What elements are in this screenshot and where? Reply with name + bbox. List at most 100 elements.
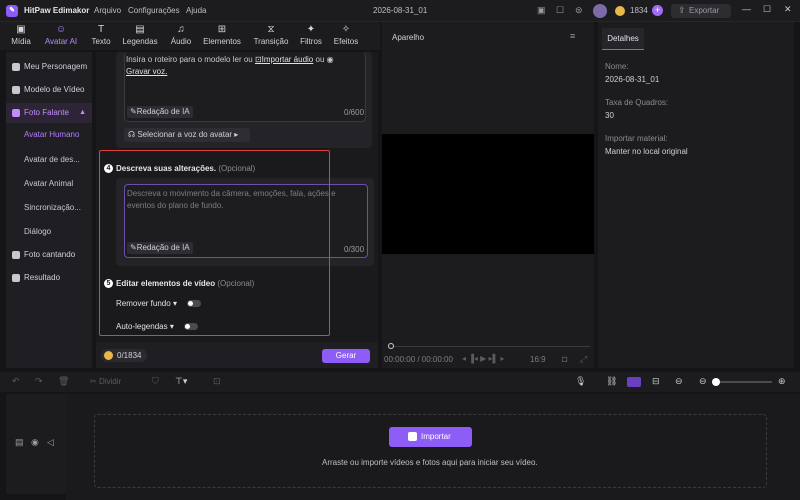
changes-char-count: 0/300: [344, 245, 365, 254]
redo-icon[interactable]: ↷: [35, 376, 43, 387]
eye-icon[interactable]: ◉: [31, 437, 39, 448]
split-view-icon[interactable]: ⊟: [652, 376, 660, 387]
scissors-icon: ✂: [90, 377, 99, 386]
menu-configuracoes[interactable]: Configurações: [128, 6, 180, 15]
app-title: HitPaw Edimakor: [24, 6, 90, 15]
shield-icon[interactable]: ⛉: [152, 376, 159, 387]
speaker-icon[interactable]: ◁: [47, 437, 54, 448]
sidebar-sub-avatar-humano[interactable]: Avatar Humano: [24, 130, 79, 139]
scrub-bar[interactable]: [394, 346, 590, 347]
fullscreen-icon[interactable]: ⤢: [580, 354, 587, 365]
sidebar-sub-avatar-desenho[interactable]: Avatar de des...: [24, 155, 80, 164]
menu-icon[interactable]: ≡: [570, 31, 575, 41]
split-button[interactable]: ✂ Dividir: [90, 377, 121, 386]
tab-elementos[interactable]: ⊞ Elementos: [201, 22, 243, 50]
sidebar-item-label: Resultado: [24, 273, 61, 282]
feedback-icon[interactable]: ☐: [556, 5, 564, 16]
import-label: Importar: [421, 432, 451, 441]
tab-label: Texto: [91, 37, 111, 46]
photo-icon: [12, 109, 20, 117]
sidebar-sub-dialogo[interactable]: Diálogo: [24, 227, 51, 236]
tab-label: Transição: [253, 37, 289, 46]
text-icon: T: [97, 24, 105, 35]
link-icon[interactable]: ⛓: [606, 376, 617, 387]
sidebar-item-label: Modelo de Vídeo: [24, 85, 85, 94]
tab-details[interactable]: Detalhes: [602, 28, 644, 50]
media-icon: ▣: [16, 24, 26, 35]
tab-legendas[interactable]: ▤ Legendas: [119, 22, 161, 50]
record-icon: ◉: [326, 55, 334, 64]
tab-efeitos[interactable]: ✧ Efeitos: [325, 22, 367, 50]
select-voice-button[interactable]: ☊ Selecionar a voz do avatar ▸: [124, 128, 250, 142]
split-label: Dividir: [98, 377, 122, 386]
subtitles-icon: ▤: [135, 24, 145, 35]
crop-icon[interactable]: ⊡: [213, 376, 221, 387]
import-audio-label: Importar áudio: [261, 55, 314, 64]
sidebar-sub-sincronizacao[interactable]: Sincronização...: [24, 203, 81, 212]
maximize-icon[interactable]: ☐: [763, 4, 771, 15]
zoom-slider[interactable]: [716, 381, 772, 383]
playback-controls[interactable]: ◂ ▐◂ ▶ ▸▌ ▸: [462, 354, 504, 363]
voice-icon: ☊: [128, 130, 138, 139]
notification-icon[interactable]: ⊜: [575, 5, 583, 16]
effects-icon: ✧: [341, 24, 351, 35]
ai-write-button[interactable]: ✎Redação de IA: [127, 106, 193, 118]
sidebar-sub-avatar-animal[interactable]: Avatar Animal: [24, 179, 73, 188]
tab-midia[interactable]: ▣ Mídia: [0, 22, 42, 50]
sidebar-item-meu-personagem[interactable]: Meu Personagem: [6, 57, 92, 77]
text-tool-icon[interactable]: ⊤▾: [175, 376, 187, 387]
avatar[interactable]: [593, 4, 607, 18]
drop-zone[interactable]: [94, 414, 767, 488]
details-panel: [598, 22, 794, 368]
menu-ajuda[interactable]: Ajuda: [186, 6, 206, 15]
sidebar-item-resultado[interactable]: Resultado: [6, 268, 92, 288]
zoom-in-icon[interactable]: ⊕: [778, 376, 786, 387]
audio-icon: ♫: [177, 24, 185, 35]
result-icon: [12, 274, 20, 282]
import-label: Importar material:: [605, 134, 668, 143]
import-value: Manter no local original: [605, 147, 688, 156]
magnet-toggle-icon[interactable]: [627, 377, 641, 387]
zoom-slider-handle[interactable]: [712, 378, 720, 386]
close-icon[interactable]: ✕: [784, 4, 792, 15]
credits-count: 1834: [630, 6, 648, 15]
undo-icon[interactable]: ↶: [12, 376, 20, 387]
sidebar-item-foto-cantando[interactable]: Foto cantando: [6, 245, 92, 265]
select-voice-label: Selecionar a voz do avatar: [137, 130, 233, 139]
aspect-ratio[interactable]: 16:9: [530, 355, 546, 364]
video-canvas: [382, 134, 594, 254]
tab-audio[interactable]: ♫ Áudio: [160, 22, 202, 50]
fps-value: 30: [605, 111, 614, 120]
tab-avatar-ai[interactable]: ☺ Avatar AI: [40, 22, 82, 50]
menu-arquivo[interactable]: Arquivo: [94, 6, 121, 15]
coin-icon: [615, 6, 625, 16]
name-label: Nome:: [605, 62, 629, 71]
generate-button[interactable]: Gerar: [322, 349, 370, 363]
import-icon: [408, 432, 417, 441]
tab-texto[interactable]: T Texto: [80, 22, 122, 50]
name-value: 2026-08-31_01: [605, 75, 660, 84]
snapshot-icon[interactable]: ◘: [562, 354, 567, 364]
zoom-out-icon[interactable]: ⊖: [699, 376, 707, 387]
import-button[interactable]: Importar: [389, 427, 472, 447]
fit-icon[interactable]: ⊖: [675, 376, 683, 387]
tab-label: Avatar AI: [44, 37, 78, 46]
sidebar-item-foto-falante[interactable]: Foto Falante ▲: [6, 103, 92, 123]
music-photo-icon: [12, 251, 20, 259]
avatar-ai-icon: ☺: [55, 24, 67, 35]
sidebar-item-label: Foto Falante: [24, 108, 69, 117]
script-char-count: 0/600: [344, 108, 365, 117]
delete-icon[interactable]: 🗑: [58, 376, 69, 387]
microphone-icon[interactable]: 🎙: [575, 376, 586, 387]
tab-label: Efeitos: [333, 37, 359, 46]
track-save-icon[interactable]: ▤: [15, 437, 24, 448]
sidebar-item-modelo-video[interactable]: Modelo de Vídeo: [6, 80, 92, 100]
tab-label: Elementos: [203, 37, 241, 46]
record-voice-link[interactable]: Gravar voz.: [126, 67, 167, 76]
add-credits-icon[interactable]: +: [652, 5, 663, 16]
minimize-icon[interactable]: —: [742, 4, 751, 14]
import-audio-link[interactable]: ⊡Importar áudio: [255, 55, 313, 64]
tab-transicao[interactable]: ⧖ Transição: [250, 22, 292, 50]
layout-icon[interactable]: ▣: [537, 5, 546, 16]
or-text: ou: [315, 55, 325, 64]
